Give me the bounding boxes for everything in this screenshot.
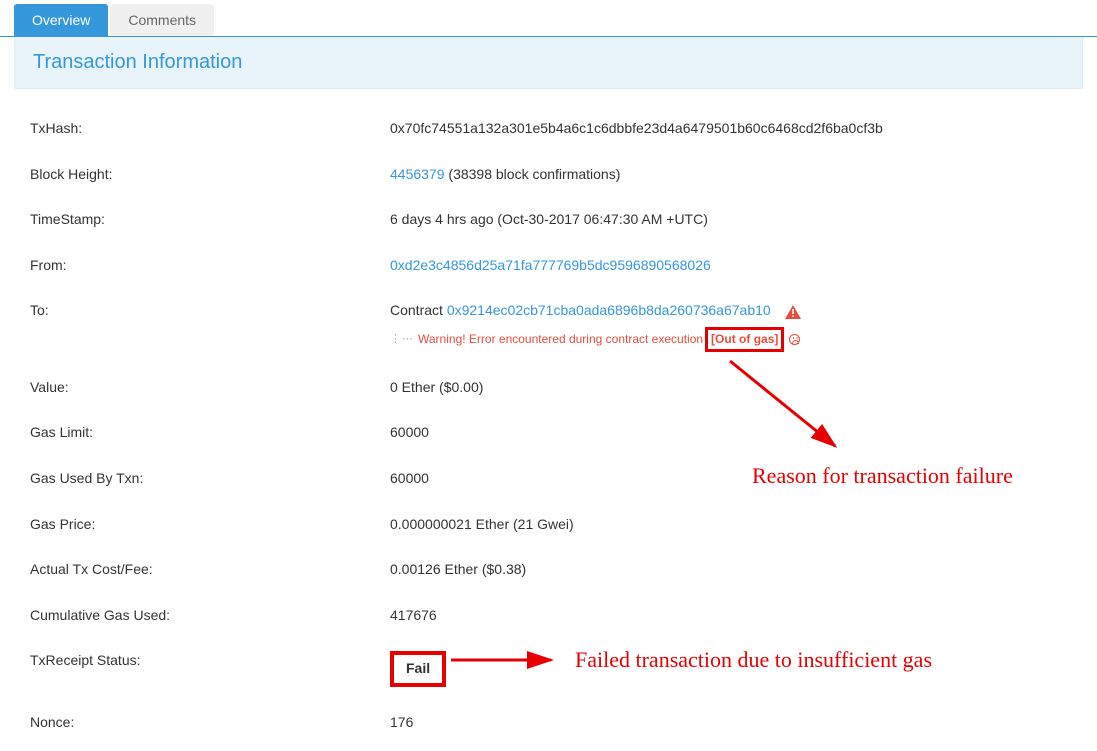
label-txhash: TxHash: (30, 119, 390, 139)
value-gas-used: 60000 (390, 469, 1067, 489)
label-to: To: (30, 301, 390, 321)
tabs: Overview Comments (0, 0, 1097, 37)
row-timestamp: TimeStamp: 6 days 4 hrs ago (Oct-30-2017… (30, 210, 1067, 230)
row-cumulative-gas: Cumulative Gas Used: 417676 (30, 606, 1067, 626)
warning-reason-box: [Out of gas] (705, 327, 784, 352)
warning-line: ⋮⋯ Warning! Error encountered during con… (390, 327, 1067, 352)
value-block-height: 4456379 (38398 block confirmations) (390, 165, 1067, 185)
label-cumulative-gas: Cumulative Gas Used: (30, 606, 390, 626)
row-gas-price: Gas Price: 0.000000021 Ether (21 Gwei) (30, 515, 1067, 535)
row-actual-cost: Actual Tx Cost/Fee: 0.00126 Ether ($0.38… (30, 560, 1067, 580)
value-to: Contract 0x9214ec02cb71cba0ada6896b8da26… (390, 301, 1067, 351)
row-receipt-status: TxReceipt Status: Fail (30, 651, 1067, 687)
value-value: 0 Ether ($0.00) (390, 378, 1067, 398)
label-gas-used: Gas Used By Txn: (30, 469, 390, 489)
sad-face-icon (789, 334, 800, 345)
value-gas-limit: 60000 (390, 423, 1067, 443)
value-cumulative-gas: 417676 (390, 606, 1067, 626)
row-gas-used: Gas Used By Txn: 60000 (30, 469, 1067, 489)
value-from: 0xd2e3c4856d25a71fa777769b5dc95968905680… (390, 256, 1067, 276)
row-txhash: TxHash: 0x70fc74551a132a301e5b4a6c1c6dbb… (30, 119, 1067, 139)
label-block-height: Block Height: (30, 165, 390, 185)
label-receipt-status: TxReceipt Status: (30, 651, 390, 671)
value-gas-price: 0.000000021 Ether (21 Gwei) (390, 515, 1067, 535)
label-timestamp: TimeStamp: (30, 210, 390, 230)
value-actual-cost: 0.00126 Ether ($0.38) (390, 560, 1067, 580)
annotation-arrow-reason (720, 351, 870, 471)
row-gas-limit: Gas Limit: 60000 (30, 423, 1067, 443)
label-gas-limit: Gas Limit: (30, 423, 390, 443)
label-actual-cost: Actual Tx Cost/Fee: (30, 560, 390, 580)
row-nonce: Nonce: 176 (30, 713, 1067, 733)
label-nonce: Nonce: (30, 713, 390, 733)
label-value: Value: (30, 378, 390, 398)
value-timestamp: 6 days 4 hrs ago (Oct-30-2017 06:47:30 A… (390, 210, 1067, 230)
tab-comments[interactable]: Comments (110, 4, 214, 36)
row-block-height: Block Height: 4456379 (38398 block confi… (30, 165, 1067, 185)
tab-overview[interactable]: Overview (14, 4, 108, 36)
block-height-link[interactable]: 4456379 (390, 166, 445, 182)
value-nonce: 176 (390, 713, 1067, 733)
row-value: Value: 0 Ether ($0.00) (30, 378, 1067, 398)
section-title: Transaction Information (14, 37, 1083, 89)
content: TxHash: 0x70fc74551a132a301e5b4a6c1c6dbb… (0, 89, 1097, 751)
tree-connector-icon: ⋮⋯ (390, 332, 414, 347)
warning-triangle-icon (785, 305, 801, 319)
block-confirmations: (38398 block confirmations) (445, 166, 621, 182)
row-from: From: 0xd2e3c4856d25a71fa777769b5dc95968… (30, 256, 1067, 276)
row-to: To: Contract 0x9214ec02cb71cba0ada6896b8… (30, 301, 1067, 351)
label-from: From: (30, 256, 390, 276)
from-address-link[interactable]: 0xd2e3c4856d25a71fa777769b5dc95968905680… (390, 257, 711, 273)
fail-status-box: Fail (390, 651, 446, 687)
value-receipt-status: Fail (390, 651, 1067, 687)
to-prefix: Contract (390, 302, 447, 318)
value-txhash: 0x70fc74551a132a301e5b4a6c1c6dbbfe23d4a6… (390, 119, 1067, 139)
to-address-link[interactable]: 0x9214ec02cb71cba0ada6896b8da260736a67ab… (447, 302, 771, 318)
label-gas-price: Gas Price: (30, 515, 390, 535)
warning-text: Warning! Error encountered during contra… (418, 331, 703, 348)
